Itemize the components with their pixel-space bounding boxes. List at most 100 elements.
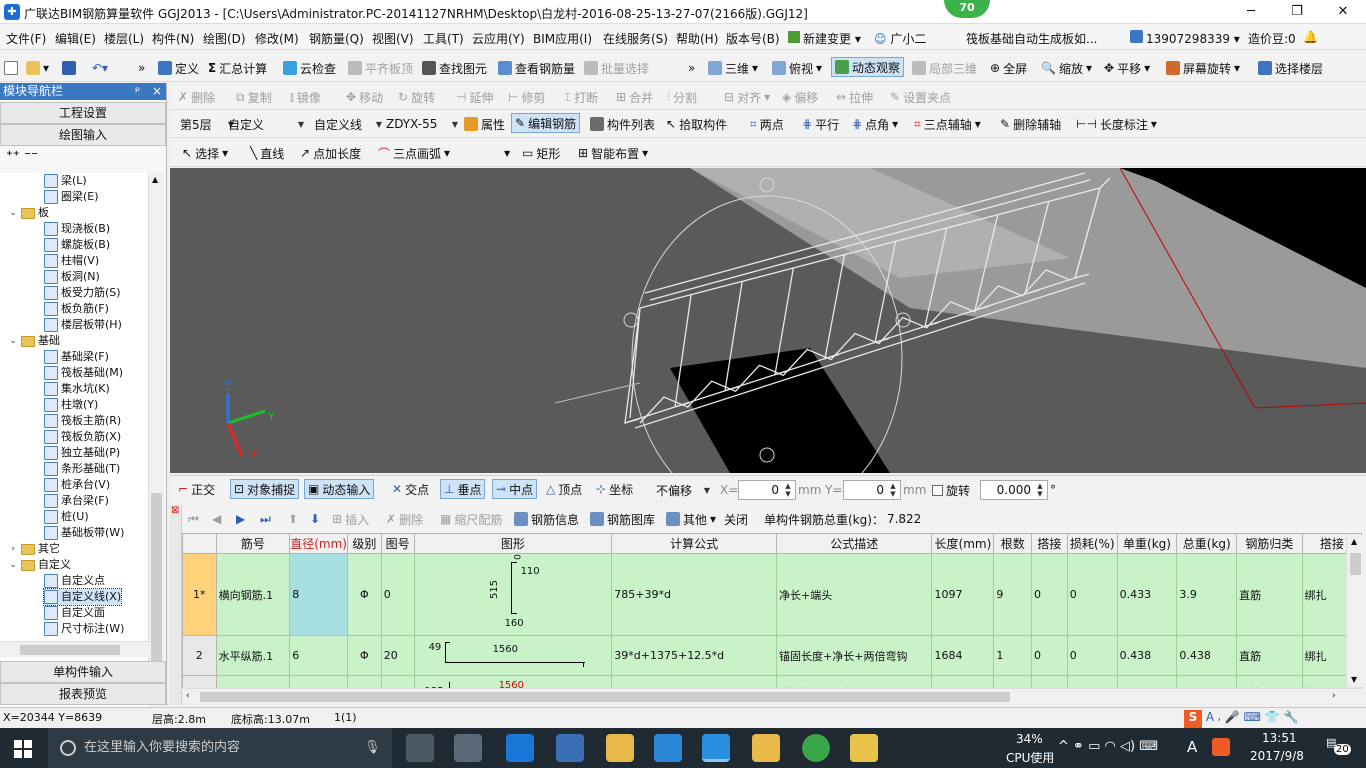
split-button[interactable]: ⫶ 分割 xyxy=(667,87,697,107)
tree-item[interactable]: 筏板负筋(X) xyxy=(44,429,121,445)
cell-count[interactable]: 1 xyxy=(993,635,1033,676)
cell-diameter[interactable]: 8 xyxy=(289,675,348,688)
notes-icon[interactable] xyxy=(752,734,780,762)
microphone-icon[interactable]: 🎙 xyxy=(364,728,381,768)
grid-close-button[interactable]: 关闭 xyxy=(724,509,748,529)
two-points-button[interactable]: ⌗ 两点 xyxy=(750,114,784,134)
cell-fig-no[interactable]: 20 xyxy=(380,635,415,676)
dynamic-input-toggle[interactable]: ▣ 动态输入 xyxy=(304,479,375,499)
tree-item[interactable]: 现浇板(B) xyxy=(44,221,110,237)
rotate-checkbox[interactable]: 旋转 xyxy=(932,480,970,500)
cell-name[interactable]: 水平纵筋.1 xyxy=(215,635,291,676)
three-d-button[interactable]: 三维 ▾ xyxy=(708,58,758,78)
col-header-length[interactable]: 长度(mm) xyxy=(931,533,995,554)
fullscreen-button[interactable]: ⊕ 全屏 xyxy=(990,58,1027,78)
batch-select-button[interactable]: 批量选择 xyxy=(584,58,649,78)
tree-item[interactable]: 条形基础(T) xyxy=(44,461,120,477)
save-icon[interactable] xyxy=(62,58,76,78)
file-explorer-icon[interactable] xyxy=(606,734,634,762)
project-settings-button[interactable]: 工程设置 xyxy=(0,102,166,124)
cell-length[interactable]: 1695 xyxy=(931,675,995,688)
cell-unit-weight[interactable]: 0.433 xyxy=(1116,553,1178,636)
scroll-up-icon[interactable]: ▲ xyxy=(1351,537,1357,546)
offset-button[interactable]: ◈ 偏移 xyxy=(782,87,818,107)
dynamic-view-button[interactable]: 动态观察 xyxy=(831,57,905,77)
align-button[interactable]: ⊟ 对齐 ▾ xyxy=(724,87,770,107)
menu-view[interactable]: 视图(V) xyxy=(372,30,414,47)
expand-chevron-icon[interactable]: ⌄ xyxy=(8,333,18,349)
vertex-snap[interactable]: △ 顶点 xyxy=(546,479,582,499)
pan-button[interactable]: ✥ 平移 ▾ xyxy=(1104,58,1150,78)
spin-arrows-icon[interactable]: ▲ ▼ xyxy=(887,482,899,498)
menu-tools[interactable]: 工具(T) xyxy=(423,30,464,47)
col-header-diameter[interactable]: 直径(mm) xyxy=(289,533,348,554)
component-list-button[interactable]: 构件列表 xyxy=(590,114,655,134)
grid-hscrollbar[interactable]: ‹ › xyxy=(182,688,1362,705)
scroll-right-icon[interactable]: › xyxy=(1332,691,1336,701)
wifi-icon[interactable]: ◠ xyxy=(1105,739,1116,754)
cell-total-weight[interactable]: 3.9 xyxy=(1176,553,1238,636)
store-icon[interactable] xyxy=(556,734,584,762)
mirror-button[interactable]: ⫾ 镜像 xyxy=(290,87,321,107)
cell-desc[interactable]: 净长+端头 xyxy=(776,553,933,636)
tree-item[interactable]: 筏板基础(M) xyxy=(44,365,123,381)
spin-arrows-icon[interactable]: ▲ ▼ xyxy=(1034,482,1046,498)
move-button[interactable]: ✥ 移动 xyxy=(346,87,383,107)
define-button[interactable]: 定义 xyxy=(158,58,199,78)
pin-icon[interactable]: ᵖ xyxy=(135,83,140,100)
battery-icon[interactable]: ▭ xyxy=(1088,739,1100,754)
scale-rebar-button[interactable]: ▦ 缩尺配筋 xyxy=(440,509,502,529)
col-header-total-weight[interactable]: 总重(kg) xyxy=(1176,533,1238,554)
three-point-axis-button[interactable]: ⌗ 三点辅轴 ▾ xyxy=(914,114,981,134)
menu-version[interactable]: 版本号(B) xyxy=(726,30,780,47)
tree-item[interactable]: 板负筋(F) xyxy=(44,301,109,317)
row-header[interactable]: 3 xyxy=(182,675,217,688)
menu-draw[interactable]: 绘图(D) xyxy=(203,30,246,47)
set-grip-button[interactable]: ✎ 设置夹点 xyxy=(890,87,951,107)
cell-fig-no[interactable]: 0 xyxy=(380,553,415,636)
cell-fig-no[interactable]: 18 xyxy=(380,675,415,688)
single-input-button[interactable]: 单构件输入 xyxy=(0,661,166,683)
scroll-left-icon[interactable]: ‹ xyxy=(186,691,190,701)
cell-category[interactable]: 直筋 xyxy=(1236,635,1303,676)
grid-vscrollbar[interactable]: ▲ ▼ xyxy=(1346,535,1364,687)
tree-item[interactable]: 自定义面 xyxy=(44,605,105,621)
type-select[interactable]: 自定义 ▼ xyxy=(224,114,308,134)
row-header[interactable]: 1* xyxy=(182,553,217,636)
rebar-info-button[interactable]: 钢筋信息 xyxy=(514,509,579,529)
cell-length[interactable]: 1684 xyxy=(931,635,995,676)
cell-count[interactable]: 9 xyxy=(993,553,1033,636)
spin-arrows-icon[interactable]: ▲ ▼ xyxy=(782,482,794,498)
tree-scrollbar[interactable]: ▲ ▼ xyxy=(148,173,164,723)
cell-name[interactable]: 横向钢筋.1 xyxy=(215,553,291,636)
cell-lap[interactable]: 0 xyxy=(1031,635,1068,676)
tree-item[interactable]: 板洞(N) xyxy=(44,269,100,285)
bell-icon[interactable]: 🔔 xyxy=(1303,30,1318,44)
edge-icon[interactable] xyxy=(506,734,534,762)
point-angle-button[interactable]: ⋕ 点角 ▾ xyxy=(852,114,898,134)
open-folder-icon[interactable]: ▾ xyxy=(26,58,49,78)
menu-bim[interactable]: BIM应用(I) xyxy=(533,30,592,47)
ime-toolbar[interactable]: S A ⸴ 🎤 ⌨ 👕 🔧 xyxy=(1184,708,1298,728)
col-header-name[interactable]: 筋号 xyxy=(215,533,291,554)
line-tool-button[interactable]: ╲ 直线 xyxy=(250,143,284,163)
local-3d-button[interactable]: 局部三维 xyxy=(912,58,977,78)
drawing-viewport[interactable]: Y Z X xyxy=(170,168,1366,473)
menu-floor[interactable]: 楼层(L) xyxy=(104,30,144,47)
tree-folder[interactable]: ⌄ 自定义 xyxy=(8,557,71,573)
menu-edit[interactable]: 编辑(E) xyxy=(55,30,96,47)
select-floor-button[interactable]: 选择楼层 xyxy=(1258,58,1323,78)
cell-name[interactable]: 水平纵筋.2 xyxy=(215,675,291,688)
tree-item[interactable]: 桩(U) xyxy=(44,509,89,525)
cell-shape[interactable]: 110 515 160 0 xyxy=(413,553,613,636)
tree-item[interactable]: 集水坑(K) xyxy=(44,381,110,397)
tree-folder[interactable]: › 其它 xyxy=(8,541,60,557)
properties-button[interactable]: 属性 xyxy=(464,114,505,134)
viewport-canvas[interactable]: Y Z X xyxy=(170,168,1366,473)
grid-vscroll-thumb[interactable] xyxy=(1350,553,1361,575)
chevron-up-icon[interactable]: ^ xyxy=(1058,739,1069,754)
ggj-app-icon[interactable] xyxy=(702,734,730,762)
assistant-menu[interactable]: ☺ 广小二 xyxy=(874,30,926,47)
overflow-chevron-icon[interactable]: » xyxy=(138,58,145,78)
cell-category[interactable]: 直筋 xyxy=(1236,553,1303,636)
